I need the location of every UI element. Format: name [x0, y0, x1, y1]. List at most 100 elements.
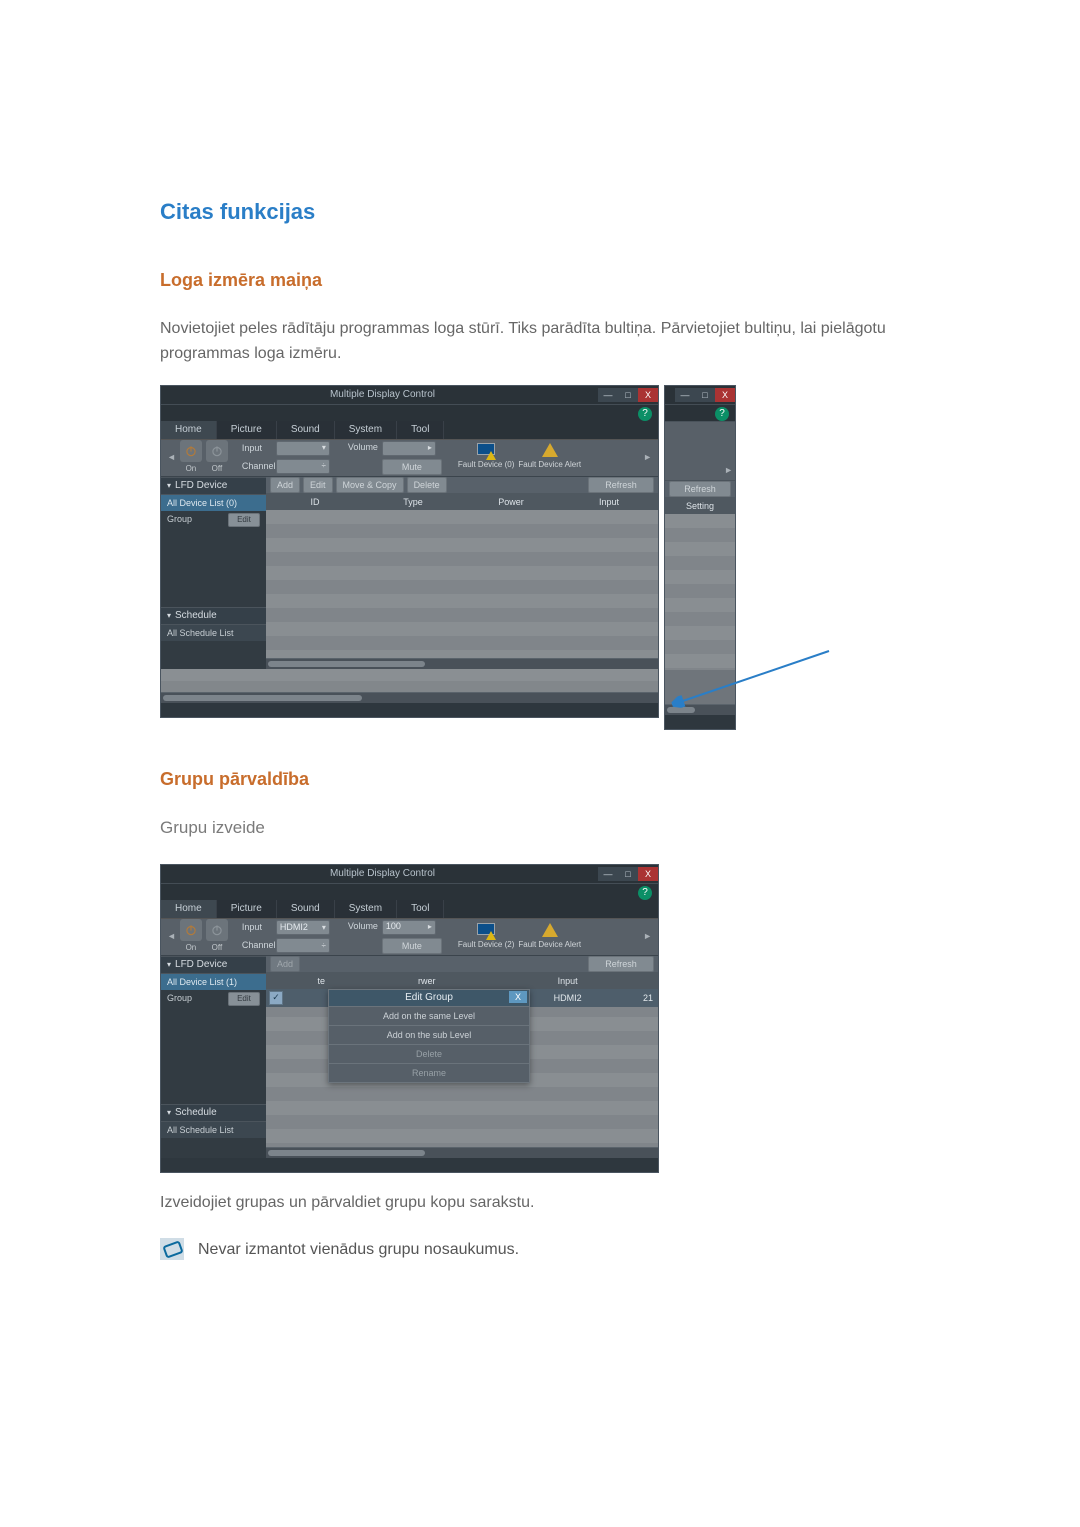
- add-button-2[interactable]: Add: [270, 956, 300, 972]
- sidebar: ▾LFD Device All Device List (0) Group Ed…: [161, 477, 266, 669]
- titlebar: Multiple Display Control — □ X: [161, 386, 658, 405]
- small-minimize[interactable]: —: [675, 388, 695, 402]
- close-button-2[interactable]: X: [638, 867, 658, 881]
- window-title: Multiple Display Control: [167, 387, 598, 403]
- refresh-button-2[interactable]: Refresh: [588, 956, 654, 972]
- tab-sound-2[interactable]: Sound: [277, 900, 335, 918]
- small-help-icon[interactable]: ?: [715, 407, 729, 421]
- h-scrollbar-2[interactable]: [161, 692, 658, 703]
- toolbar-2: ◄ On Off InputHDMI2▾ Channel÷: [161, 919, 658, 956]
- heading-resize: Loga izmēra maiņa: [160, 267, 920, 295]
- tab-system[interactable]: System: [335, 421, 397, 439]
- maximize-button[interactable]: □: [618, 388, 638, 402]
- help-icon-2[interactable]: ?: [638, 886, 652, 900]
- tab-tool-2[interactable]: Tool: [397, 900, 444, 918]
- refresh-button[interactable]: Refresh: [588, 477, 654, 493]
- channel-label: Channel: [242, 460, 274, 474]
- small-refresh[interactable]: Refresh: [669, 481, 731, 497]
- popup-add-sub[interactable]: Add on the sub Level: [329, 1025, 529, 1044]
- sidebar-schedule-2[interactable]: ▾Schedule: [161, 1104, 266, 1122]
- tab-sound[interactable]: Sound: [277, 421, 335, 439]
- power-off-2[interactable]: [206, 919, 228, 941]
- sidebar-all-devices[interactable]: All Device List (0): [161, 495, 266, 511]
- group-edit-button[interactable]: Edit: [228, 513, 260, 527]
- resize-arrow-icon: [654, 649, 834, 729]
- small-maximize[interactable]: □: [695, 388, 715, 402]
- popup-rename[interactable]: Rename: [329, 1063, 529, 1082]
- add-button[interactable]: Add: [270, 477, 300, 493]
- power-on-label-2: On: [180, 942, 202, 954]
- power-off-button[interactable]: [206, 440, 228, 462]
- sidebar-all-devices-2[interactable]: All Device List (1): [161, 974, 266, 990]
- minimize-button-2[interactable]: —: [598, 867, 618, 881]
- group-screenshot: Multiple Display Control — □ X ? Home Pi…: [160, 864, 920, 1173]
- row-num: 21: [638, 989, 658, 1007]
- note-icon: [160, 1238, 184, 1260]
- sidebar-all-schedule[interactable]: All Schedule List: [161, 625, 266, 641]
- sidebar-lfd[interactable]: ▾LFD Device: [161, 477, 266, 495]
- h-scrollbar-3[interactable]: [266, 1147, 658, 1158]
- volume-label-2: Volume: [348, 920, 380, 934]
- tab-home-2[interactable]: Home: [161, 900, 217, 918]
- fault-alert-2: Fault Device Alert: [518, 923, 581, 951]
- group-edit-button-2[interactable]: Edit: [228, 992, 260, 1006]
- minimize-button[interactable]: —: [598, 388, 618, 402]
- tab-picture[interactable]: Picture: [217, 421, 277, 439]
- volume-input-2[interactable]: 100▸: [382, 920, 436, 935]
- tab-system-2[interactable]: System: [335, 900, 397, 918]
- mute-button[interactable]: Mute: [382, 459, 442, 475]
- h-scrollbar[interactable]: [266, 658, 658, 669]
- sidebar-schedule[interactable]: ▾Schedule: [161, 607, 266, 625]
- volume-input[interactable]: ▸: [382, 441, 436, 456]
- popup-title: Edit Group X: [329, 990, 529, 1006]
- statusbar: [161, 703, 658, 717]
- help-icon[interactable]: ?: [638, 407, 652, 421]
- column-headers: ID Type Power Input: [266, 494, 658, 510]
- toolbar: ◄ On Off Input▾ Channel÷: [161, 440, 658, 477]
- popup-add-same[interactable]: Add on the same Level: [329, 1006, 529, 1025]
- fault-alert: Fault Device Alert: [518, 443, 581, 471]
- channel-stepper-2[interactable]: ÷: [276, 938, 330, 953]
- tab-tool[interactable]: Tool: [397, 421, 444, 439]
- maximize-button-2[interactable]: □: [618, 867, 638, 881]
- power-off-label: Off: [206, 463, 228, 475]
- movecopy-button[interactable]: Move & Copy: [336, 477, 404, 493]
- group-paragraph: Izveidojiet grupas un pārvaldiet grupu k…: [160, 1191, 920, 1216]
- edit-group-popup: Edit Group X Add on the same Level Add o…: [328, 989, 530, 1083]
- main-area: Add Edit Move & Copy Delete Refresh ID T…: [266, 477, 658, 669]
- tab-home[interactable]: Home: [161, 421, 217, 439]
- channel-stepper[interactable]: ÷: [276, 459, 330, 474]
- sidebar-group-row: Group Edit: [161, 511, 266, 529]
- row-checkbox[interactable]: ✓: [269, 991, 283, 1005]
- delete-button[interactable]: Delete: [407, 477, 447, 493]
- tab-picture-2[interactable]: Picture: [217, 900, 277, 918]
- tab-bar: Home Picture Sound System Tool: [161, 421, 658, 440]
- note-row: Nevar izmantot vienādus grupu nosaukumus…: [160, 1238, 920, 1263]
- sidebar-lfd-2[interactable]: ▾LFD Device: [161, 956, 266, 974]
- channel-label-2: Channel: [242, 939, 274, 953]
- resize-paragraph: Novietojiet peles rādītāju programmas lo…: [160, 317, 920, 367]
- power-off-label-2: Off: [206, 942, 228, 954]
- input-select-2[interactable]: HDMI2▾: [276, 920, 330, 935]
- heading-group-mgmt: Grupu pārvaldība: [160, 766, 920, 794]
- fault-device: Fault Device (0): [458, 443, 514, 471]
- popup-delete[interactable]: Delete: [329, 1044, 529, 1063]
- power-on-2[interactable]: [180, 919, 202, 941]
- input-select[interactable]: ▾: [276, 441, 330, 456]
- note-text: Nevar izmantot vienādus grupu nosaukumus…: [198, 1238, 519, 1263]
- close-button[interactable]: X: [638, 388, 658, 402]
- power-on-button[interactable]: [180, 440, 202, 462]
- mute-button-2[interactable]: Mute: [382, 938, 442, 954]
- sidebar-all-schedule-2[interactable]: All Schedule List: [161, 1122, 266, 1138]
- small-close[interactable]: X: [715, 388, 735, 402]
- window-title-2: Multiple Display Control: [167, 866, 598, 882]
- popup-close-button[interactable]: X: [509, 991, 527, 1003]
- device-grid: [266, 510, 658, 658]
- input-label-2: Input: [242, 921, 274, 935]
- volume-label: Volume: [348, 441, 380, 455]
- titlebar2: Multiple Display Control — □ X: [161, 865, 658, 884]
- heading-group-create: Grupu izveide: [160, 815, 920, 841]
- edit-button[interactable]: Edit: [303, 477, 333, 493]
- group-label: Group: [167, 513, 192, 527]
- group-label-2: Group: [167, 992, 192, 1006]
